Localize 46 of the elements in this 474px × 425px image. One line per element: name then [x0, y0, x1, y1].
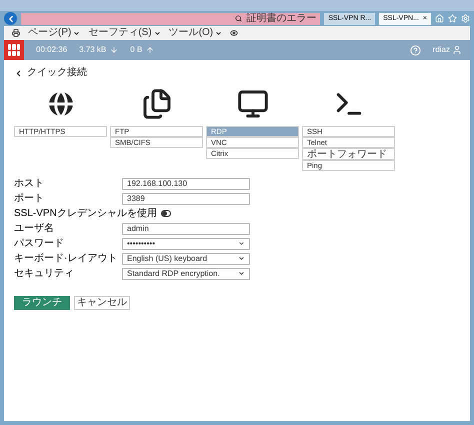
address-bar[interactable]: 証明書のエラー — [21, 12, 320, 24]
input-field[interactable]: 3389 — [122, 192, 250, 204]
back-button[interactable] — [4, 12, 17, 25]
user-icon — [452, 45, 462, 55]
caret-icon — [154, 30, 161, 36]
select-field[interactable]: English (US) keyboard — [122, 252, 250, 264]
help-icon[interactable] — [410, 44, 421, 56]
back-icon — [14, 68, 23, 78]
launch-button[interactable]: ラウンチ — [14, 296, 70, 310]
caret-icon — [238, 255, 245, 262]
field-label: ユーザ名 — [14, 222, 55, 234]
favorites-icon[interactable] — [448, 14, 457, 23]
field-label: キーボード·レイアウト — [14, 252, 118, 264]
input-field[interactable]: 192.168.100.130 — [122, 178, 250, 190]
documents-icon — [140, 88, 172, 120]
menu-item[interactable]: セーフティ(S) — [88, 28, 152, 38]
sent-bytes: 0 B — [130, 44, 142, 56]
caret-icon — [215, 30, 222, 36]
monitor-icon — [236, 88, 268, 120]
field-label: ホスト — [14, 178, 45, 190]
protocol-option[interactable]: ポートフォワード — [302, 148, 395, 160]
field-label: SSL-VPNクレデンシャルを使用 — [14, 208, 157, 220]
toggle-switch[interactable] — [160, 210, 171, 217]
input-field[interactable]: admin — [122, 222, 250, 234]
field-label: パスワード — [14, 238, 65, 250]
select-field[interactable]: Standard RDP encryption. — [122, 268, 250, 280]
caret-icon — [238, 270, 245, 277]
field-label: ポート — [14, 192, 45, 204]
menu-item[interactable]: ページ(P) — [28, 28, 72, 38]
app-logo-icon[interactable] — [4, 40, 24, 60]
back-link[interactable]: クイック接続 — [14, 68, 460, 78]
menu-item[interactable]: ツール(O) — [168, 28, 214, 38]
search-icon — [235, 15, 242, 22]
field-label: セキュリティ — [14, 268, 75, 280]
upload-arrow-icon — [146, 46, 154, 54]
password-field[interactable]: •••••••••• — [122, 238, 250, 250]
session-time: 00:02:36 — [36, 44, 68, 56]
cancel-button[interactable]: キャンセル — [74, 296, 130, 310]
received-bytes: 3.73 kB — [79, 44, 106, 56]
download-arrow-icon — [110, 46, 118, 54]
printer-icon[interactable] — [12, 29, 20, 37]
certificate-error-text: 証明書のエラー — [246, 14, 316, 24]
caret-icon — [73, 30, 80, 36]
home-icon[interactable] — [435, 14, 444, 23]
caret-icon — [238, 240, 245, 247]
settings-icon[interactable] — [461, 14, 470, 23]
